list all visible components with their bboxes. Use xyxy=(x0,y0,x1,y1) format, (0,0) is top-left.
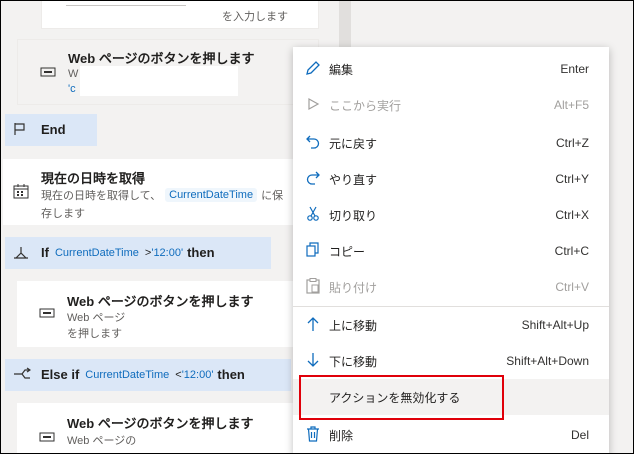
menu-item-label: 上に移動 xyxy=(329,318,378,333)
arrow-down-icon xyxy=(305,352,321,371)
condition-variable: CurrentDateTime xyxy=(54,246,139,259)
menu-item-label: ここから実行 xyxy=(329,98,402,113)
action-description: W xyxy=(68,68,79,80)
menu-item-shortcut: Shift+Alt+Down xyxy=(506,354,589,368)
end-label: End xyxy=(41,122,66,137)
action-description-cont: を押します xyxy=(67,328,122,340)
menu-item-run-from-here[interactable]: ここから実行 Alt+F5 xyxy=(293,87,609,123)
copy-icon xyxy=(305,241,321,261)
action-title: Web ページのボタンを押します xyxy=(67,416,254,431)
else-if-keyword: Else if xyxy=(41,367,80,382)
else-if-block[interactable]: Else if CurrentDateTime < '12:00' then xyxy=(5,359,291,391)
menu-item-shortcut: Ctrl+X xyxy=(555,208,589,222)
menu-item-shortcut: Ctrl+Z xyxy=(556,136,589,150)
if-block[interactable]: If CurrentDateTime > '12:00' then xyxy=(5,237,271,269)
menu-item-shortcut: Ctrl+C xyxy=(554,244,589,258)
play-icon xyxy=(305,97,321,114)
if-condition: If CurrentDateTime > '12:00' then xyxy=(41,245,215,260)
web-button-icon xyxy=(40,66,56,80)
trash-icon xyxy=(305,425,321,445)
menu-item-label: コピー xyxy=(329,244,366,259)
menu-item-label: 切り取り xyxy=(329,208,378,223)
menu-item-label: やり直す xyxy=(329,172,378,187)
web-button-icon xyxy=(39,431,55,445)
flow-action-card-web-button[interactable]: Web ページのボタンを押します W 'c xyxy=(17,39,319,105)
menu-item-delete[interactable]: 削除 Del xyxy=(293,417,609,453)
branch-icon xyxy=(13,246,29,262)
undo-icon xyxy=(305,134,321,153)
menu-item-shortcut: Shift+Alt+Up xyxy=(521,318,589,332)
menu-item-shortcut: Ctrl+V xyxy=(555,280,589,294)
menu-item-copy[interactable]: コピー Ctrl+C xyxy=(293,233,609,269)
action-description-cont: 存します xyxy=(41,208,85,220)
action-description-var: 'c xyxy=(68,83,76,95)
else-if-branch-icon xyxy=(13,367,32,383)
scissors-icon xyxy=(305,206,321,225)
menu-item-shortcut: Del xyxy=(570,428,589,442)
menu-item-edit[interactable]: 編集 Enter xyxy=(293,51,609,87)
flow-action-card-web-button[interactable]: Web ページのボタンを押します Web ページの xyxy=(17,403,319,453)
redacted-region xyxy=(80,66,238,96)
then-keyword: then xyxy=(187,245,215,260)
variable-tag: CurrentDateTime xyxy=(165,188,258,202)
pencil-icon xyxy=(305,60,321,79)
menu-item-move-up[interactable]: 上に移動 Shift+Alt+Up xyxy=(293,307,609,343)
menu-item-redo[interactable]: やり直す Ctrl+Y xyxy=(293,161,609,197)
condition-value: '12:00' xyxy=(181,368,214,381)
action-description: Web ページの xyxy=(67,435,137,447)
menu-item-label: 編集 xyxy=(329,62,354,77)
menu-item-paste[interactable]: 貼り付け Ctrl+V xyxy=(293,269,609,305)
condition-value: '12:00' xyxy=(151,246,184,259)
screenshot-frame: を入力します Web ページのボタンを押します W 'c End 現在の日時を取… xyxy=(0,0,634,454)
menu-item-label: 元に戻す xyxy=(329,136,378,151)
flow-action-card-partial[interactable]: を入力します xyxy=(41,1,319,29)
redo-icon xyxy=(305,170,321,189)
if-keyword: If xyxy=(41,245,49,260)
menu-item-move-down[interactable]: 下に移動 Shift+Alt+Down xyxy=(293,343,609,379)
arrow-up-icon xyxy=(305,316,321,335)
highlight-annotation-box xyxy=(299,375,504,420)
flow-action-card-datetime[interactable]: 現在の日時を取得 現在の日時を取得して、 CurrentDateTime に保 … xyxy=(3,159,319,225)
paste-icon xyxy=(305,277,321,297)
menu-item-label: 下に移動 xyxy=(329,354,378,369)
redacted-region xyxy=(66,1,186,6)
menu-item-shortcut: Alt+F5 xyxy=(553,98,589,112)
menu-item-cut[interactable]: 切り取り Ctrl+X xyxy=(293,197,609,233)
action-title: 現在の日時を取得 xyxy=(41,171,146,186)
web-button-icon xyxy=(39,307,55,321)
action-title: Web ページのボタンを押します xyxy=(67,294,254,309)
flag-icon xyxy=(13,122,27,138)
action-description: 現在の日時を取得して、 CurrentDateTime に保 xyxy=(41,187,283,203)
action-description-text: に保 xyxy=(261,190,284,202)
action-description: Web ページ xyxy=(67,312,126,324)
menu-item-label: 貼り付け xyxy=(329,280,378,295)
else-if-condition: Else if CurrentDateTime < '12:00' then xyxy=(41,367,245,382)
end-block[interactable]: End xyxy=(5,114,97,146)
action-description-text: 現在の日時を取得して、 xyxy=(41,190,162,202)
action-description: を入力します xyxy=(222,11,288,23)
action-title: Web ページのボタンを押します xyxy=(68,51,255,66)
flow-action-card-web-button[interactable]: Web ページのボタンを押します Web ページ を押します xyxy=(17,281,319,347)
then-keyword: then xyxy=(217,367,245,382)
menu-item-shortcut: Ctrl+Y xyxy=(555,172,589,186)
menu-item-undo[interactable]: 元に戻す Ctrl+Z xyxy=(293,125,609,161)
calendar-icon xyxy=(13,183,29,201)
menu-item-label: 削除 xyxy=(329,428,354,443)
menu-item-shortcut: Enter xyxy=(560,62,589,76)
flow-designer-canvas: を入力します Web ページのボタンを押します W 'c End 現在の日時を取… xyxy=(1,1,339,453)
condition-variable: CurrentDateTime xyxy=(85,368,170,381)
